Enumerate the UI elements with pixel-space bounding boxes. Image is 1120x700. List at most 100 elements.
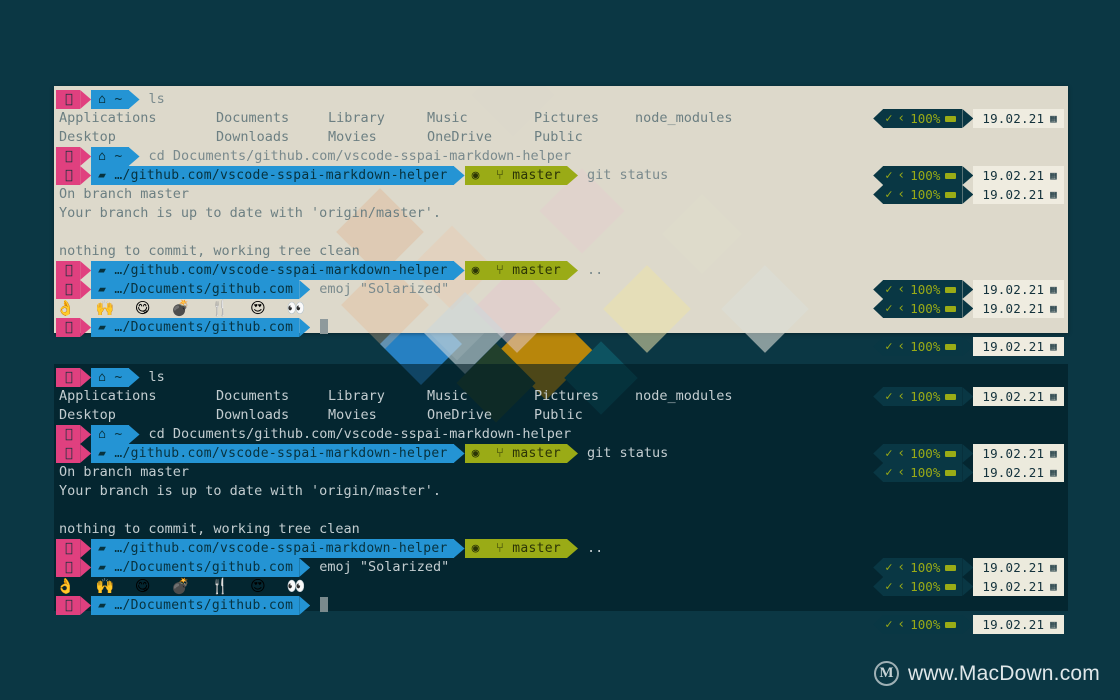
segment-cap — [128, 368, 140, 387]
folder-icon: ▰ — [98, 168, 107, 183]
apple-logo-icon:  — [65, 282, 74, 297]
segment-cap — [453, 166, 465, 185]
watermark: M www.MacDown.com — [873, 661, 1100, 686]
powerline-prompt:  ⌂ ~ — [56, 90, 140, 109]
ls-entry: Music — [427, 110, 468, 126]
path-label: …/Documents/github.com — [106, 560, 294, 575]
command-text: ls — [148, 369, 165, 385]
ls-entry: Music — [427, 388, 468, 404]
screenshot-root:  ⌂ ~ ls ✓ ‹ 100% 19.02.21 ▦ Applications Documen… — [0, 0, 1120, 700]
prompt-segment-apple[interactable]:  — [56, 539, 81, 558]
prompt-segment-path[interactable]: ▰ …/Documents/github.com — [91, 280, 300, 299]
powerline-prompt:  ⌂ ~ — [56, 425, 140, 444]
solarized-dark-terminal[interactable]:  ⌂ ~ ls ✓ ‹ 100% 19.02.21 ▦ Applications Documen… — [54, 364, 1068, 634]
ls-entry: Desktop — [59, 407, 116, 423]
status-bar: ✓ ‹ 100% 19.02.21 ▦ — [873, 615, 1064, 634]
terminal-line: Applications Documents Library Music Picture… — [56, 109, 1068, 128]
prompt-segment-home[interactable]: ⌂ ~ — [91, 425, 129, 444]
prompt-segment-apple[interactable]:  — [56, 596, 81, 615]
prompt-segment-apple[interactable]:  — [56, 166, 81, 185]
branch-label: master — [512, 168, 561, 183]
home-icon: ⌂ — [98, 370, 107, 385]
home-icon: ⌂ — [98, 149, 107, 164]
ls-entry: Public — [534, 129, 583, 145]
terminal-line: ⌂ ~ls✓‹100%19.02.21▦ — [56, 368, 1068, 406]
ls-entry: Library — [328, 110, 385, 126]
path-label: …/Documents/github.com — [106, 598, 294, 613]
prompt-segment-git[interactable]: ◉ ⑂ master — [464, 261, 567, 280]
prompt-segment-git[interactable]: ◉ ⑂ master — [464, 166, 567, 185]
date-label: 19.02.21 — [982, 339, 1045, 354]
prompt-segment-apple[interactable]:  — [56, 280, 81, 299]
prompt-segment-path[interactable]: ▰ …/github.com/vscode-sspai-markdown-hel… — [91, 444, 454, 463]
octocat-icon: ◉ — [471, 446, 480, 461]
powerline-prompt:  ▰ …/github.com/vscode-sspai-markdown-he… — [56, 539, 578, 558]
battery-percent-label: 100% — [910, 339, 941, 354]
segment-cap — [80, 166, 92, 185]
segment-cap — [128, 90, 140, 109]
prompt-segment-home[interactable]: ⌂ ~ — [91, 368, 129, 387]
prompt-segment-apple[interactable]:  — [56, 558, 81, 577]
segment-cap — [567, 444, 578, 463]
command-text: cd Documents/github.com/vscode-sspai-mar… — [148, 426, 572, 442]
prompt-segment-git[interactable]: ◉ ⑂ master — [464, 444, 567, 463]
solarized-light-terminal[interactable]:  ⌂ ~ ls ✓ ‹ 100% 19.02.21 ▦ Applications Documen… — [54, 86, 1068, 375]
terminal-line: nothing to commit, working tree clean — [56, 520, 1068, 539]
command-text: git status — [587, 167, 669, 183]
terminal-cursor[interactable] — [320, 319, 329, 334]
ls-entry: node_modules — [635, 388, 733, 404]
prompt-segment-home[interactable]: ⌂ ~ — [91, 147, 129, 166]
command-text: git status — [587, 445, 669, 461]
apple-logo-icon:  — [65, 149, 74, 164]
calendar-icon: ▦ — [1050, 618, 1057, 631]
ls-entry: Public — [534, 407, 583, 423]
output-text: nothing to commit, working tree clean — [59, 243, 360, 259]
apple-logo-icon:  — [65, 427, 74, 442]
prompt-segment-apple[interactable]:  — [56, 261, 81, 280]
prompt-segment-apple[interactable]:  — [56, 147, 81, 166]
terminal-cursor[interactable] — [320, 597, 329, 612]
folder-icon: ▰ — [98, 320, 107, 335]
prompt-segment-apple[interactable]:  — [56, 368, 81, 387]
terminal-line:  ▰ …/github.com/vscode-sspai-markdown-he… — [56, 539, 1068, 577]
prompt-segment-apple[interactable]:  — [56, 318, 81, 337]
folder-icon: ▰ — [98, 282, 107, 297]
terminal-line: ⌂ ~ls✓‹100%19.02.21▦ — [56, 90, 1068, 128]
segment-cap — [567, 261, 578, 280]
output-text: nothing to commit, working tree clean — [59, 521, 360, 537]
prompt-segment-apple[interactable]:  — [56, 444, 81, 463]
segment-cap — [453, 444, 465, 463]
prompt-segment-git[interactable]: ◉ ⑂ master — [464, 539, 567, 558]
folder-icon: ▰ — [98, 263, 107, 278]
path-label: …/github.com/vscode-sspai-markdown-helpe… — [106, 446, 448, 461]
terminal-line:  ▰ …/Documents/github.com ✓ ‹ 100% 19.02.21 ▦ — [56, 596, 1068, 634]
prompt-segment-apple[interactable]:  — [56, 90, 81, 109]
prompt-segment-path[interactable]: ▰ …/Documents/github.com — [91, 596, 300, 615]
folder-icon: ▰ — [98, 446, 107, 461]
prompt-segment-path[interactable]: ▰ …/github.com/vscode-sspai-markdown-hel… — [91, 166, 454, 185]
segment-cap — [80, 558, 92, 577]
apple-logo-icon:  — [65, 370, 74, 385]
prompt-segment-apple[interactable]:  — [56, 425, 81, 444]
apple-logo-icon:  — [65, 92, 74, 107]
terminal-line:  ▰ …/Documents/github.com emoj "Solarized… — [56, 558, 1068, 596]
prompt-segment-path[interactable]: ▰ …/Documents/github.com — [91, 558, 300, 577]
prompt-segment-home[interactable]: ⌂ ~ — [91, 90, 129, 109]
prompt-segment-path[interactable]: ▰ …/github.com/vscode-sspai-markdown-hel… — [91, 261, 454, 280]
terminal-line:  ▰ …/github.com/vscode-sspai-markdown-he… — [56, 261, 1068, 299]
status-date-group: 19.02.21 ▦ — [973, 615, 1064, 634]
segment-cap — [128, 147, 140, 166]
terminal-line:  ▰ …/Documents/github.com emoj "Solarized… — [56, 280, 1068, 318]
segment-cap — [80, 444, 92, 463]
path-label: …/Documents/github.com — [106, 320, 294, 335]
apple-logo-icon:  — [65, 446, 74, 461]
prompt-segment-path[interactable]: ▰ …/github.com/vscode-sspai-markdown-hel… — [91, 539, 454, 558]
tilde-label: ~ — [106, 427, 123, 442]
status-date-group: 19.02.21 ▦ — [973, 337, 1064, 356]
prompt-segment-path[interactable]: ▰ …/Documents/github.com — [91, 318, 300, 337]
terminal-line:  ▰ …/github.com/vscode-sspai-markdown-he… — [56, 166, 1068, 204]
segment-cap — [80, 596, 92, 615]
ls-entry: Movies — [328, 407, 377, 423]
